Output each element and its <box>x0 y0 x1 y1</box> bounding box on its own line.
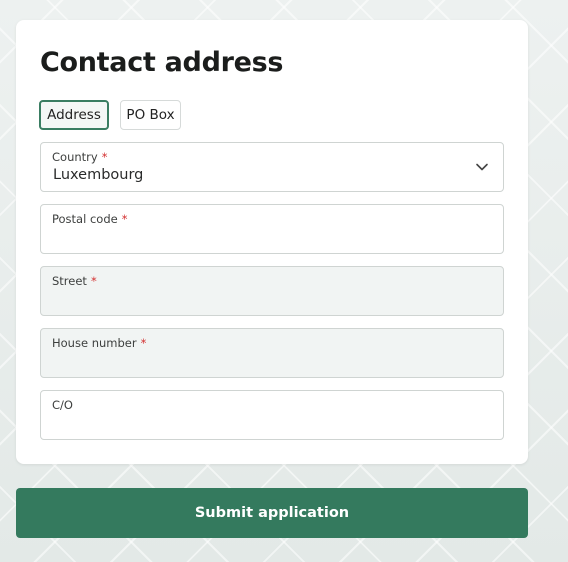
contact-address-card: Contact address Address PO Box Country * … <box>16 20 528 464</box>
country-label: Country * <box>52 150 108 164</box>
required-marker: * <box>121 212 128 226</box>
submit-application-button[interactable]: Submit application <box>16 488 528 538</box>
care-of-label: C/O <box>52 398 73 412</box>
required-marker: * <box>90 274 97 288</box>
postal-code-field[interactable]: Postal code * <box>40 204 504 254</box>
care-of-field[interactable]: C/O <box>40 390 504 440</box>
required-marker: * <box>140 336 147 350</box>
page-title: Contact address <box>40 47 284 78</box>
required-marker: * <box>101 150 108 164</box>
house-number-label: House number * <box>52 336 147 350</box>
street-field[interactable]: Street * <box>40 266 504 316</box>
street-label: Street * <box>52 274 97 288</box>
postal-code-label: Postal code * <box>52 212 128 226</box>
chevron-down-icon <box>476 163 488 171</box>
address-type-address-option[interactable]: Address <box>39 100 109 130</box>
country-value: Luxembourg <box>53 167 144 183</box>
country-select[interactable]: Country * Luxembourg <box>40 142 504 192</box>
address-type-pobox-option[interactable]: PO Box <box>120 100 181 130</box>
house-number-field[interactable]: House number * <box>40 328 504 378</box>
